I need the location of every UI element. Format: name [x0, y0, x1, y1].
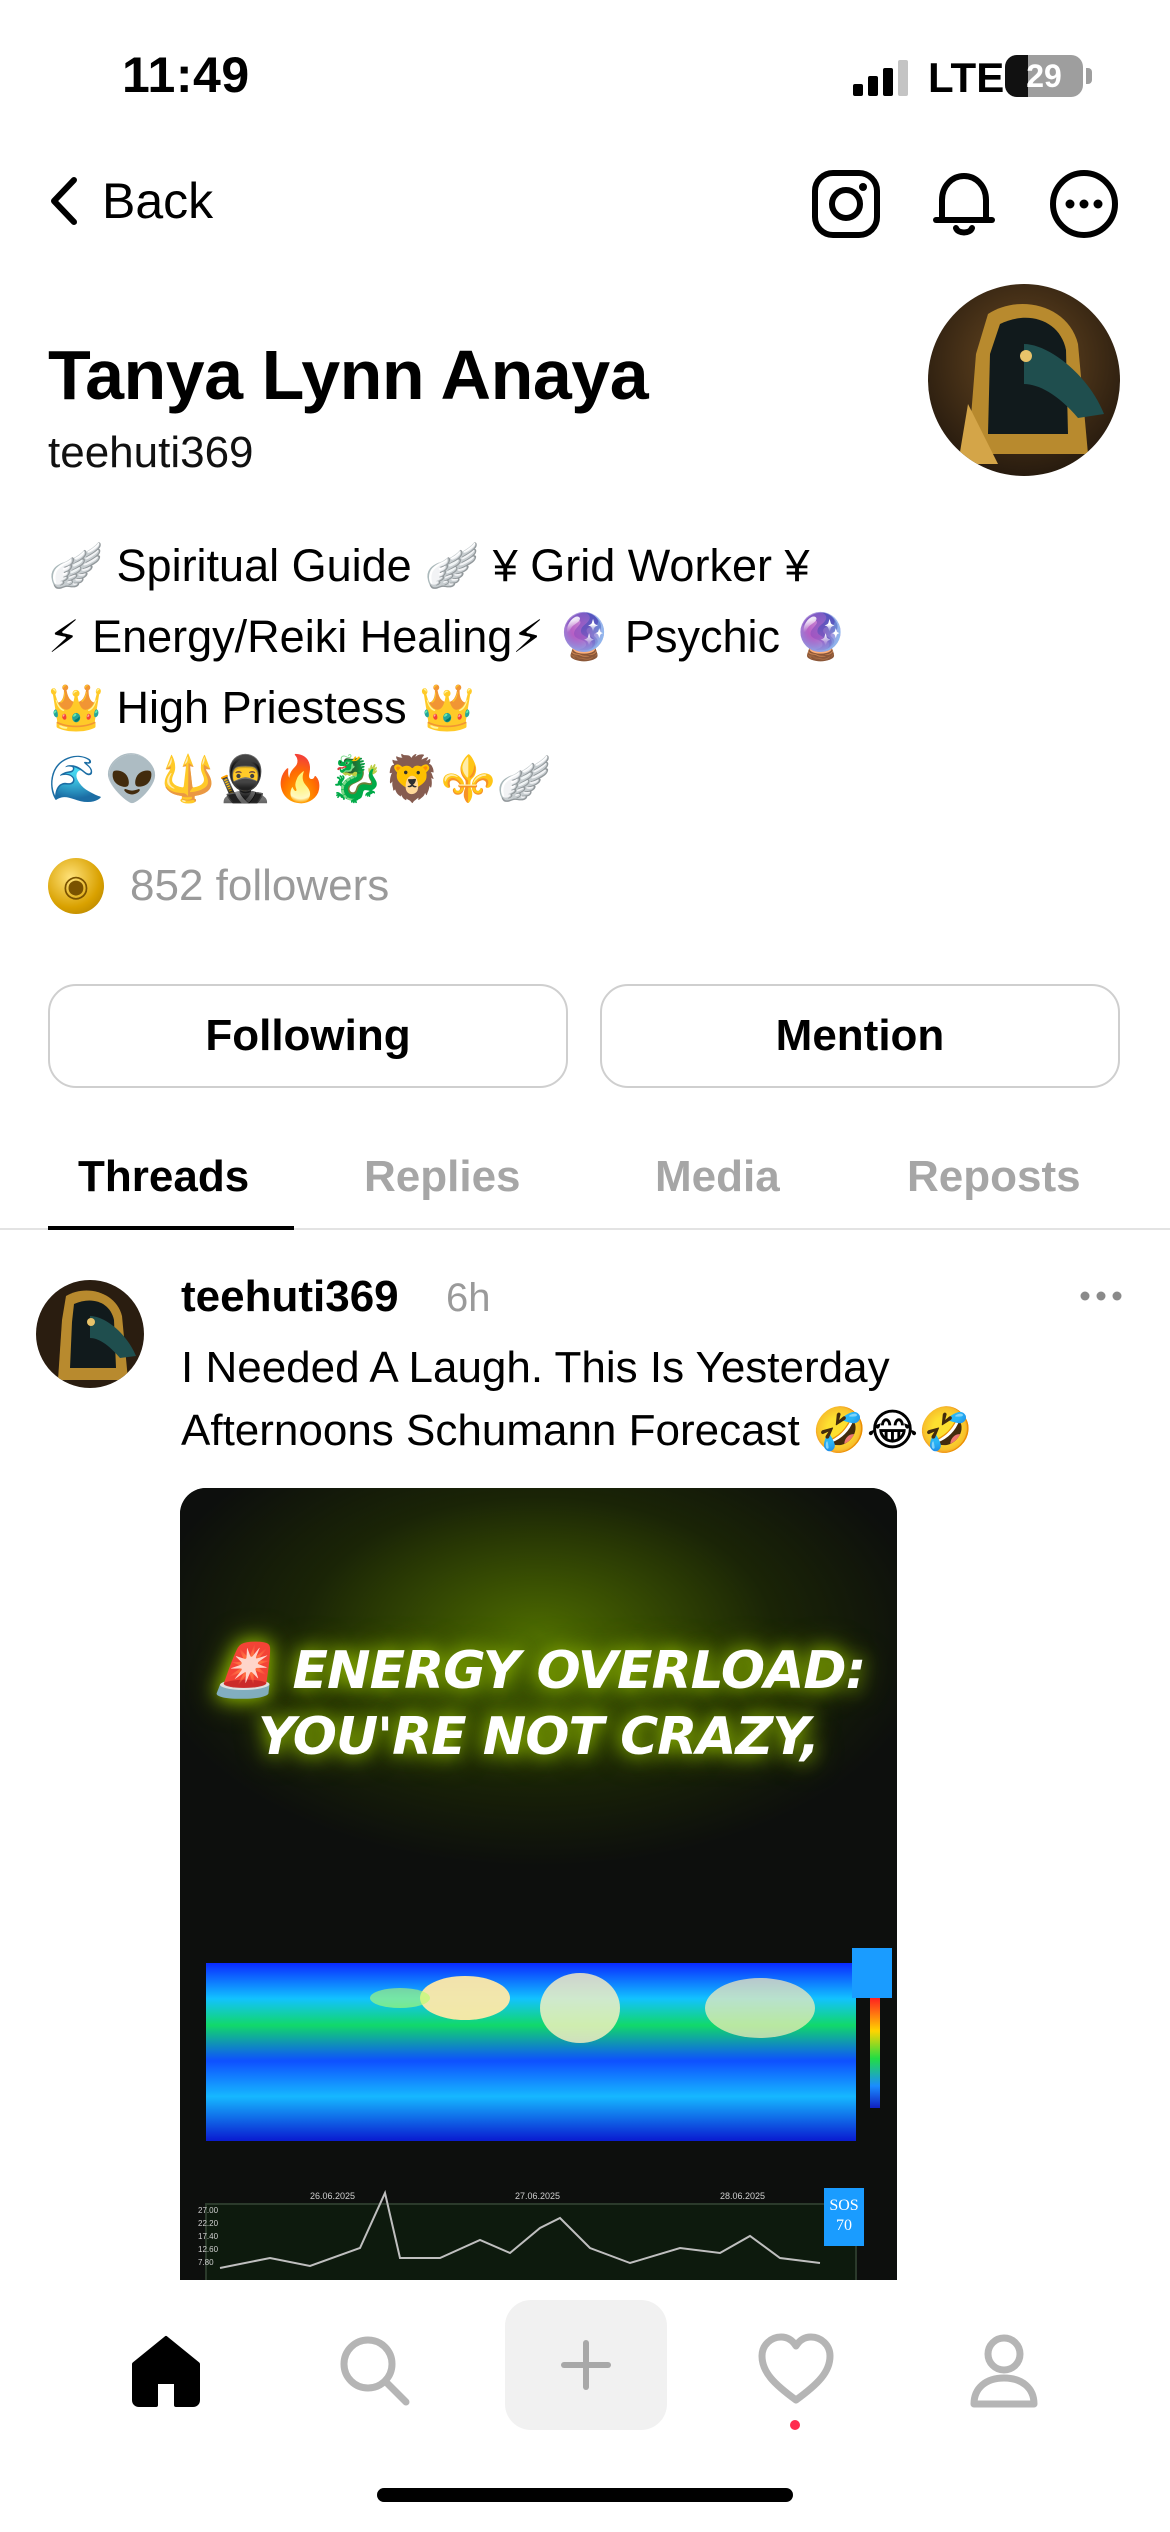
plus-icon: [561, 2340, 611, 2390]
battery-level: 29: [1026, 58, 1062, 94]
chart-y-tick: 12.60: [198, 2245, 219, 2254]
chart-y-tick: 22.20: [198, 2219, 219, 2228]
instagram-icon[interactable]: [810, 168, 882, 240]
followers-link[interactable]: ◉ 852 followers: [48, 858, 389, 914]
new-thread-button[interactable]: [505, 2300, 667, 2430]
chart-y-tick: 17.40: [198, 2232, 219, 2241]
heart-icon[interactable]: [756, 2330, 836, 2410]
battery-icon: 29: [1005, 55, 1083, 97]
back-label: Back: [102, 173, 214, 229]
chevron-left-icon: [51, 177, 77, 225]
profile-avatar[interactable]: [928, 284, 1120, 476]
bio-line: 🌊👽🔱🥷🔥🐉🦁⚜️🪽: [48, 753, 553, 804]
signal-icon: [853, 60, 908, 96]
active-tab-indicator: [48, 1226, 294, 1230]
following-button[interactable]: Following: [48, 984, 568, 1088]
chart-date-label: 26.06.2025: [310, 2191, 356, 2201]
sos-badge: SOS 70: [829, 2197, 859, 2234]
tab-threads[interactable]: Threads: [78, 1152, 249, 1202]
more-icon[interactable]: [1048, 168, 1120, 240]
chart-y-tick: 27.00: [198, 2206, 219, 2215]
profile-handle: teehuti369: [48, 428, 254, 477]
profile-bio: 🪽 Spiritual Guide 🪽 ¥ Grid Worker ¥ ⚡ En…: [48, 530, 1108, 814]
activity-notification-dot: [790, 2420, 800, 2430]
battery-nub: [1086, 68, 1092, 84]
search-icon[interactable]: [334, 2330, 414, 2410]
post-author-handle[interactable]: teehuti369: [181, 1272, 399, 1322]
chart-y-ticks: 27.00 22.20 17.40 12.60 7.80: [198, 2204, 218, 2269]
post-text: I Needed A Laugh. This Is Yesterday Afte…: [181, 1343, 973, 1455]
profile-icon[interactable]: [964, 2330, 1044, 2410]
follower-avatar: ◉: [48, 858, 104, 914]
home-icon[interactable]: [126, 2330, 206, 2410]
tab-media[interactable]: Media: [655, 1152, 780, 1202]
home-indicator: [377, 2488, 793, 2502]
bio-line: ⚡ Energy/Reiki Healing⚡ 🔮 Psychic 🔮: [48, 611, 849, 662]
chart-date-label: 28.06.2025: [720, 2191, 766, 2201]
tab-replies[interactable]: Replies: [364, 1152, 521, 1202]
post-image-headline: 🚨 ENERGY OVERLOAD: YOU'RE NOT CRAZY,: [211, 1641, 867, 1767]
post-image-graphic: [180, 1488, 897, 2280]
post-image[interactable]: 🚨 ENERGY OVERLOAD: YOU'RE NOT CRAZY, 26.…: [180, 1488, 897, 2280]
bio-line: 🪽 Spiritual Guide 🪽 ¥ Grid Worker ¥: [48, 540, 810, 591]
chart-date-label: 27.06.2025: [515, 2191, 561, 2201]
mention-button[interactable]: Mention: [600, 984, 1120, 1088]
back-button[interactable]: Back: [46, 172, 213, 230]
profile-name: Tanya Lynn Anaya: [48, 336, 649, 414]
post-timestamp: 6h: [446, 1276, 491, 1320]
followers-count: 852 followers: [130, 861, 390, 910]
status-time: 11:49: [122, 47, 250, 103]
post-more-icon[interactable]: [1078, 1284, 1124, 1308]
bell-icon[interactable]: [928, 168, 1000, 240]
status-bar: 11:49 LTE 29: [0, 0, 1170, 150]
network-label: LTE: [928, 54, 1005, 101]
bio-line: 👑 High Priestess 👑: [48, 682, 476, 733]
chart-y-tick: 7.80: [198, 2258, 214, 2267]
post-avatar[interactable]: [36, 1280, 144, 1388]
tab-reposts[interactable]: Reposts: [907, 1152, 1081, 1202]
profile-tabs: Threads Replies Media Reposts: [0, 1130, 1170, 1230]
